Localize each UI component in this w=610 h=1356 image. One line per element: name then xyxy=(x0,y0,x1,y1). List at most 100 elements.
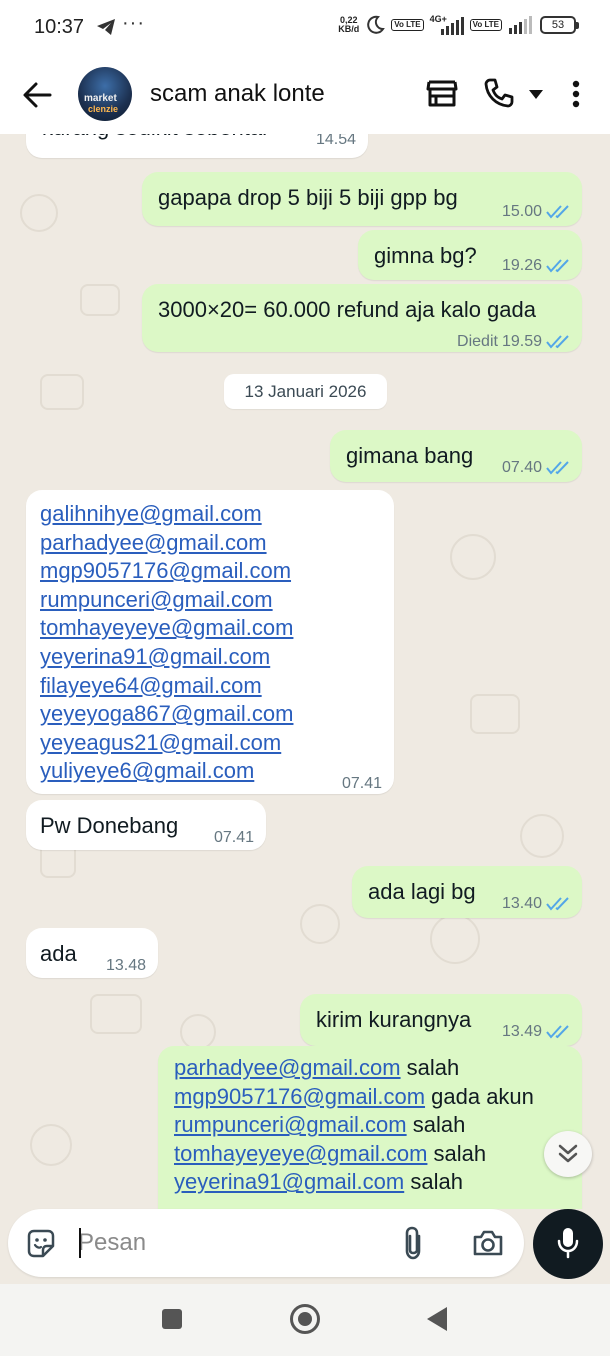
chat-header: market clenzie scam anak lonte xyxy=(0,56,610,134)
email-link[interactable]: mgp9057176@gmail.com xyxy=(174,1084,425,1109)
message-time: 07.41 xyxy=(213,829,254,846)
wallpaper-doodle xyxy=(30,1124,72,1166)
microphone-icon xyxy=(557,1228,579,1259)
message-time: 07.41 xyxy=(341,775,382,792)
voice-record-button[interactable] xyxy=(533,1209,603,1279)
email-link[interactable]: yeyeyoga867@gmail.com xyxy=(40,701,293,726)
call-dropdown-caret-icon[interactable] xyxy=(529,90,543,99)
email-link[interactable]: yeyerina91@gmail.com xyxy=(40,644,270,669)
message-bubble-outgoing[interactable]: gimana bang 07.40 xyxy=(330,430,582,482)
wallpaper-doodle xyxy=(80,284,120,316)
back-nav-icon[interactable] xyxy=(426,1306,448,1332)
message-input[interactable] xyxy=(78,1223,378,1263)
message-text: ada xyxy=(40,941,77,966)
wallpaper-doodle xyxy=(430,914,480,964)
status-bar: 10:37 ··· 0,22 KB/d Vo LTE 4G+ Vo LTE 53 xyxy=(0,0,610,56)
message-meta: Diedit 19.59 xyxy=(457,328,572,357)
email-link[interactable]: tomhayeyeye@gmail.com xyxy=(40,615,293,640)
volte-icon-2: Vo LTE xyxy=(469,19,502,31)
message-time: 13.48 xyxy=(105,957,146,974)
message-time: 14.54 xyxy=(315,134,356,148)
message-text: ada lagi bg xyxy=(368,879,476,904)
wallpaper-doodle xyxy=(470,694,520,734)
email-link[interactable]: galihnihye@gmail.com xyxy=(40,501,262,526)
scroll-to-bottom-button[interactable] xyxy=(544,1131,592,1177)
message-bubble-incoming[interactable]: galihnihye@gmail.com parhadyee@gmail.com… xyxy=(26,490,394,794)
do-not-disturb-moon-icon xyxy=(367,15,386,34)
wallpaper-doodle xyxy=(40,374,84,410)
message-text: gimana bang xyxy=(346,443,474,468)
contact-name[interactable]: scam anak lonte xyxy=(150,80,325,108)
email-link[interactable]: filayeye64@gmail.com xyxy=(40,673,262,698)
email-link[interactable]: mgp9057176@gmail.com xyxy=(40,558,291,583)
message-bubble-outgoing[interactable]: 3000×20= 60.000 refund aja kalo gada Die… xyxy=(142,284,582,352)
storefront-icon[interactable] xyxy=(426,78,458,108)
more-options-icon[interactable] xyxy=(571,80,581,108)
message-input-container xyxy=(8,1209,524,1277)
text-cursor xyxy=(79,1228,81,1258)
message-meta: 15.00 xyxy=(502,198,572,227)
email-link[interactable]: yeyerina91@gmail.com xyxy=(174,1169,404,1194)
signal-4g-icon: 4G+ xyxy=(430,15,464,35)
read-receipt-icon xyxy=(546,1025,569,1039)
clock: 10:37 xyxy=(34,16,85,38)
message-text: kirim kurangnya xyxy=(316,1007,472,1032)
email-link[interactable]: yeyeagus21@gmail.com xyxy=(40,730,281,755)
battery-icon: 53 xyxy=(540,16,579,34)
message-meta: 13.49 xyxy=(502,1018,572,1047)
email-link[interactable]: rumpunceri@gmail.com xyxy=(174,1112,407,1137)
message-time: 15.00 xyxy=(501,203,542,220)
message-bubble-outgoing[interactable]: ada lagi bg 13.40 xyxy=(352,866,582,918)
wallpaper-doodle xyxy=(520,814,564,858)
attach-paperclip-icon[interactable] xyxy=(402,1226,424,1260)
wallpaper-doodle xyxy=(90,994,142,1034)
back-arrow-icon[interactable] xyxy=(20,78,54,112)
email-link[interactable]: parhadyee@gmail.com xyxy=(40,530,267,555)
composer xyxy=(0,1209,610,1284)
message-list[interactable]: kurang sedikit sebentar 14.54 gapapa dro… xyxy=(0,134,610,1209)
sticker-emoji-icon[interactable] xyxy=(25,1228,57,1260)
edited-label: Diedit xyxy=(457,333,498,350)
message-bubble-outgoing[interactable]: gimna bg? 19.26 xyxy=(358,230,582,280)
message-text: parhadyee@gmail.com salah mgp9057176@gma… xyxy=(174,1055,534,1195)
message-time: 19.59 xyxy=(501,333,542,350)
message-text: Pw Donebang xyxy=(40,813,179,838)
message-bubble-incoming[interactable]: ada 13.48 xyxy=(26,928,158,978)
message-meta: 07.40 xyxy=(502,454,572,483)
message-bubble-outgoing[interactable]: kirim kurangnya 13.49 xyxy=(300,994,582,1046)
phone-call-icon[interactable] xyxy=(484,78,514,108)
email-link[interactable]: yuliyeye6@gmail.com xyxy=(40,758,254,783)
message-meta: 13.40 xyxy=(502,890,572,919)
message-meta: 19.26 xyxy=(502,252,572,281)
message-text: kurang sedikit sebentar xyxy=(42,134,269,143)
email-link[interactable]: rumpunceri@gmail.com xyxy=(40,587,273,612)
recent-apps-icon[interactable] xyxy=(161,1308,183,1330)
camera-icon[interactable] xyxy=(472,1229,504,1257)
message-time: 13.49 xyxy=(501,1023,542,1040)
email-link[interactable]: tomhayeyeye@gmail.com xyxy=(174,1141,427,1166)
message-text: gimna bg? xyxy=(374,243,477,268)
volte-icon: Vo LTE xyxy=(391,19,424,31)
message-bubble-incoming[interactable]: kurang sedikit sebentar 14.54 xyxy=(26,134,368,158)
network-speed: 0,22 KB/d xyxy=(338,15,360,34)
message-time: 07.40 xyxy=(501,459,542,476)
email-list: galihnihye@gmail.com parhadyee@gmail.com… xyxy=(40,500,293,786)
read-receipt-icon xyxy=(546,259,569,273)
status-icons: 0,22 KB/d Vo LTE 4G+ Vo LTE 53 xyxy=(338,15,579,35)
message-text: gapapa drop 5 biji 5 biji gpp bg xyxy=(158,185,458,210)
wallpaper-doodle xyxy=(20,194,58,232)
email-link[interactable]: parhadyee@gmail.com xyxy=(174,1055,401,1080)
wallpaper-doodle xyxy=(300,904,340,944)
avatar[interactable]: market clenzie xyxy=(78,67,132,121)
read-receipt-icon xyxy=(546,205,569,219)
message-bubble-outgoing[interactable]: gapapa drop 5 biji 5 biji gpp bg 15.00 xyxy=(142,172,582,226)
wallpaper-doodle xyxy=(450,534,496,580)
system-navigation-bar xyxy=(0,1284,610,1356)
home-icon[interactable] xyxy=(289,1303,321,1335)
message-bubble-incoming[interactable]: Pw Donebang 07.41 xyxy=(26,800,266,850)
read-receipt-icon xyxy=(546,461,569,475)
date-separator: 13 Januari 2026 xyxy=(224,374,387,409)
more-notifications-icon: ··· xyxy=(122,12,145,34)
read-receipt-icon xyxy=(546,897,569,911)
message-bubble-outgoing[interactable]: parhadyee@gmail.com salah mgp9057176@gma… xyxy=(158,1046,582,1209)
